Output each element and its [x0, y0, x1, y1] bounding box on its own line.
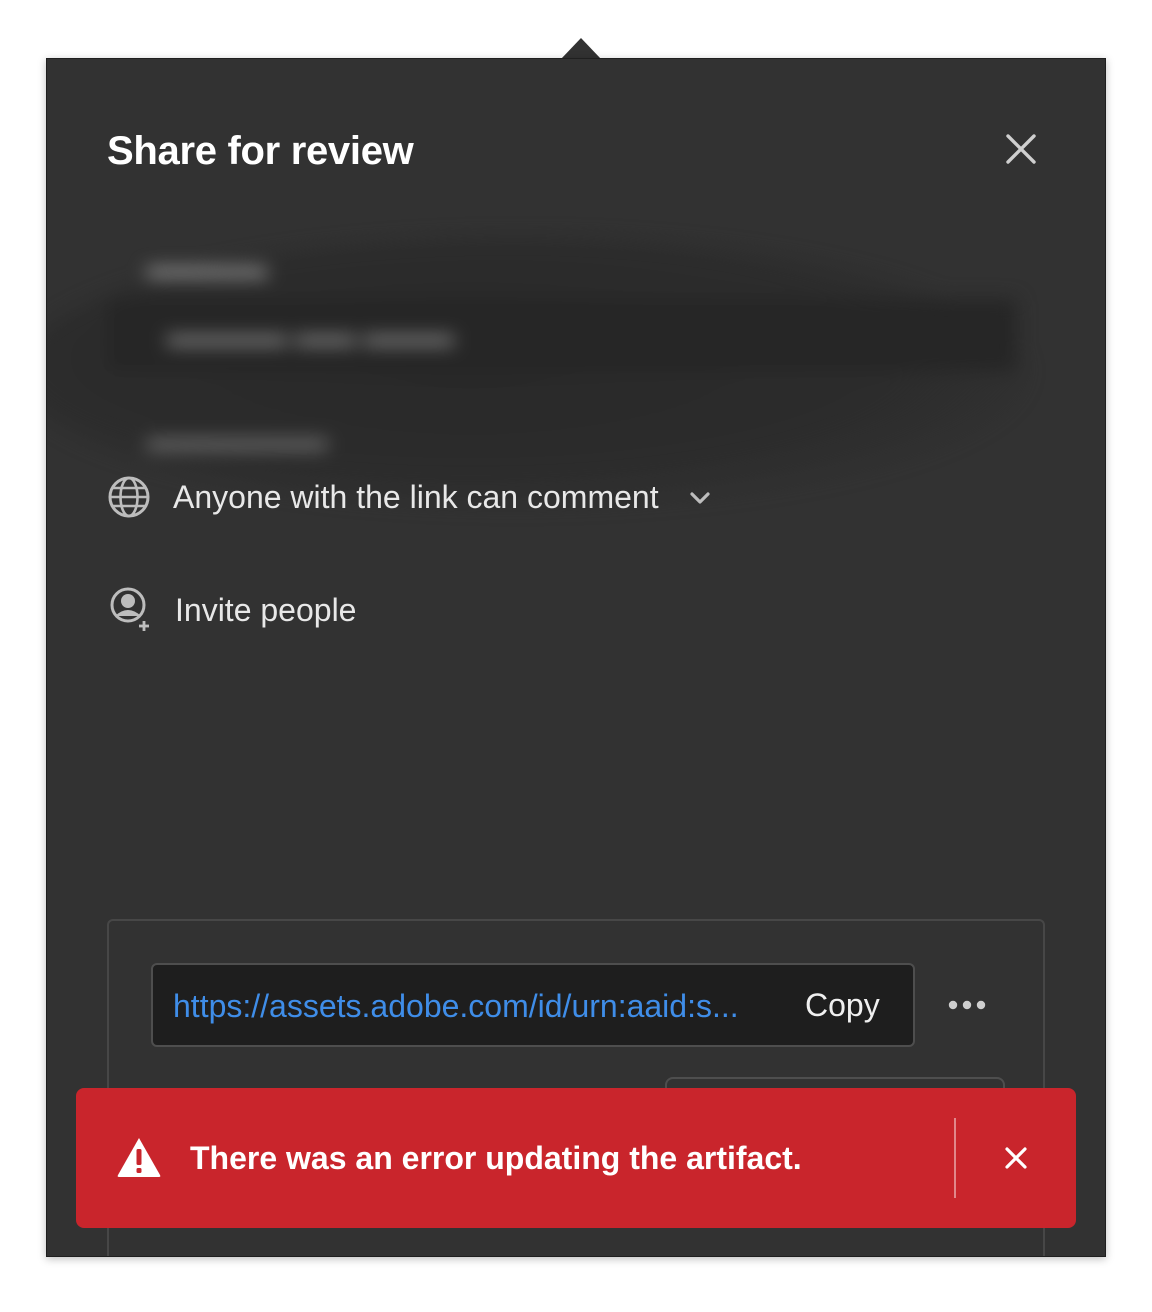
redaction-smear — [47, 237, 1027, 507]
invite-people-label: Invite people — [175, 592, 357, 628]
popover-tip — [561, 38, 601, 59]
toast-close-button[interactable] — [998, 1138, 1034, 1178]
redacted-region: ▬▬▬▬ ▬▬ ▬▬▬ ▬▬▬▬ ▬▬▬▬▬▬ — [47, 237, 1027, 509]
link-access-label: Anyone with the link can comment — [173, 479, 659, 515]
redacted-field — [107, 299, 1017, 371]
copy-link-button[interactable]: Copy — [805, 985, 880, 1025]
stage: Share for review ▬▬▬▬ ▬▬ ▬▬▬ ▬▬▬▬ ▬▬▬▬▬▬… — [0, 0, 1152, 1312]
chevron-down-icon — [689, 492, 710, 504]
more-options-button[interactable] — [945, 987, 989, 1023]
toast-message: There was an error updating the artifact… — [190, 1140, 802, 1176]
toast-divider — [954, 1118, 956, 1198]
link-access-dropdown[interactable]: Anyone with the link can comment — [107, 475, 711, 519]
error-toast: There was an error updating the artifact… — [76, 1088, 1076, 1228]
share-link-url[interactable]: https://assets.adobe.com/id/urn:aaid:s..… — [173, 987, 748, 1025]
share-dialog: Share for review ▬▬▬▬ ▬▬ ▬▬▬ ▬▬▬▬ ▬▬▬▬▬▬… — [46, 58, 1106, 1257]
alert-icon — [117, 1138, 161, 1177]
redacted-text: ▬▬▬▬ ▬▬ ▬▬▬ — [167, 319, 454, 352]
share-link-field[interactable]: https://assets.adobe.com/id/urn:aaid:s..… — [151, 963, 915, 1047]
close-icon — [1006, 134, 1036, 164]
redacted-text: ▬▬▬▬ — [147, 251, 267, 284]
close-icon — [1005, 1147, 1027, 1169]
dialog-title: Share for review — [107, 129, 414, 173]
close-button[interactable] — [999, 127, 1043, 171]
add-user-icon — [110, 587, 149, 631]
more-icon — [948, 1000, 986, 1010]
globe-icon — [108, 476, 150, 518]
redacted-text: ▬▬▬▬▬▬ — [147, 423, 327, 456]
invite-people-button[interactable]: Invite people — [107, 587, 356, 633]
